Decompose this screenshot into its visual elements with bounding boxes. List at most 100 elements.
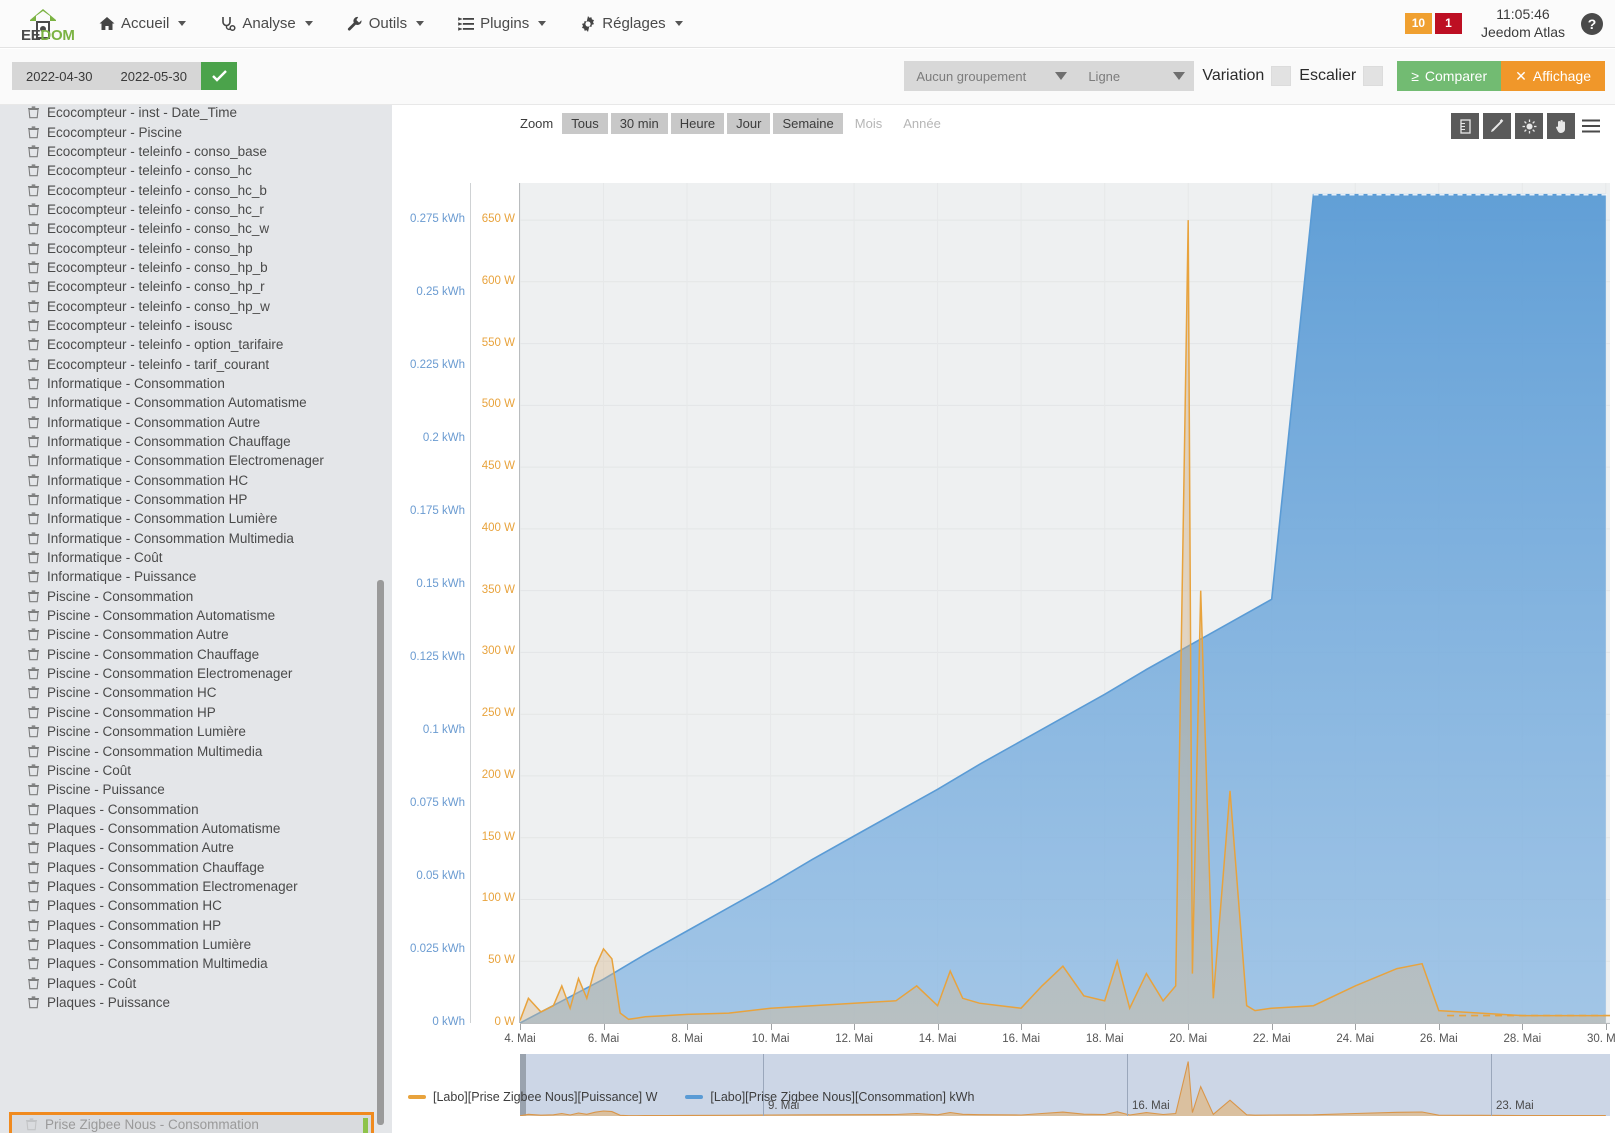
list-item[interactable]: Informatique - Consommation Chauffage bbox=[0, 432, 392, 451]
list-item[interactable]: Ecocompteur - teleinfo - conso_hc_w bbox=[0, 219, 392, 238]
list-item[interactable]: Informatique - Consommation HC bbox=[0, 471, 392, 490]
trash-icon[interactable] bbox=[27, 860, 40, 874]
list-item[interactable]: Informatique - Consommation Multimedia bbox=[0, 529, 392, 548]
trash-icon[interactable] bbox=[27, 241, 40, 255]
list-item[interactable]: Informatique - Puissance bbox=[0, 567, 392, 586]
trash-icon[interactable] bbox=[27, 977, 40, 990]
date-start-input[interactable]: 2022-04-30 bbox=[12, 62, 107, 90]
zoom-button-heure[interactable]: Heure bbox=[670, 113, 725, 134]
list-item[interactable]: Informatique - Consommation Automatisme bbox=[0, 393, 392, 412]
nav-item-outils[interactable]: Outils bbox=[330, 0, 441, 48]
list-item[interactable]: Piscine - Consommation Electromenager bbox=[0, 664, 392, 683]
trash-icon[interactable] bbox=[27, 416, 40, 429]
trash-icon[interactable] bbox=[27, 319, 40, 332]
affichage-button[interactable]: ✕ Affichage bbox=[1501, 61, 1605, 91]
legend-item-consommation[interactable]: [Labo][Prise Zigbee Nous][Consommation] … bbox=[685, 1090, 974, 1104]
list-item[interactable]: Plaques - Consommation HP bbox=[0, 915, 392, 934]
help-icon[interactable]: ? bbox=[1581, 12, 1603, 35]
trash-icon[interactable] bbox=[27, 532, 40, 545]
trash-icon[interactable] bbox=[27, 435, 40, 448]
trash-icon[interactable] bbox=[27, 938, 40, 951]
list-item[interactable]: Plaques - Consommation Autre bbox=[0, 838, 392, 857]
trash-icon[interactable] bbox=[27, 764, 40, 777]
zoom-button-jour[interactable]: Jour bbox=[727, 113, 771, 134]
hand-icon[interactable] bbox=[1547, 113, 1575, 139]
list-item[interactable]: Informatique - Consommation Lumière bbox=[0, 509, 392, 528]
date-end-input[interactable]: 2022-05-30 bbox=[106, 62, 201, 90]
trash-icon[interactable] bbox=[27, 145, 40, 158]
list-item[interactable]: Informatique - Consommation bbox=[0, 374, 392, 393]
command-list-sidebar[interactable]: Ecocompteur - inst - Date_Time Ecocompteu… bbox=[0, 105, 392, 1133]
trash-icon[interactable] bbox=[27, 183, 40, 197]
plot-area[interactable] bbox=[520, 183, 1610, 1023]
trash-icon[interactable] bbox=[27, 261, 40, 274]
nav-item-reglages[interactable]: Réglages bbox=[563, 0, 699, 48]
list-item[interactable]: Ecocompteur - teleinfo - conso_hc_r bbox=[0, 200, 392, 219]
chart-type-select[interactable]: Ligne bbox=[1076, 61, 1195, 91]
date-range-picker[interactable]: 2022-04-30 2022-05-30 bbox=[12, 62, 237, 90]
trash-icon[interactable] bbox=[27, 164, 40, 177]
warning-count-badge[interactable]: 10 bbox=[1404, 13, 1432, 34]
list-item[interactable]: Piscine - Consommation Autre bbox=[0, 625, 392, 644]
list-item[interactable]: Plaques - Consommation Lumière bbox=[0, 935, 392, 954]
trash-icon[interactable] bbox=[27, 590, 40, 603]
list-item[interactable]: Piscine - Consommation Lumière bbox=[0, 722, 392, 741]
chart-plot[interactable]: 0 kWh 0.025 kWh 0.05 kWh 0.075 kWh 0.1 kWh 0.… bbox=[400, 143, 1615, 1116]
trash-icon[interactable] bbox=[27, 706, 40, 719]
list-item[interactable]: Ecocompteur - teleinfo - conso_hp_b bbox=[0, 258, 392, 277]
comparer-button[interactable]: ≥ Comparer bbox=[1397, 61, 1502, 91]
nav-item-accueil[interactable]: Accueil bbox=[82, 0, 203, 48]
variation-checkbox[interactable] bbox=[1271, 66, 1292, 86]
escalier-checkbox[interactable] bbox=[1363, 66, 1384, 86]
trash-icon[interactable] bbox=[27, 880, 40, 893]
ruler-icon[interactable] bbox=[1451, 113, 1479, 139]
list-item[interactable]: Plaques - Consommation HC bbox=[0, 896, 392, 915]
trash-icon[interactable] bbox=[27, 609, 40, 622]
trash-icon[interactable] bbox=[27, 493, 40, 506]
trash-icon[interactable] bbox=[27, 744, 40, 758]
trash-icon[interactable] bbox=[27, 783, 40, 796]
list-item[interactable]: Plaques - Consommation Electromenager bbox=[0, 877, 392, 896]
list-item[interactable]: Piscine - Consommation bbox=[0, 587, 392, 606]
sun-icon[interactable] bbox=[1515, 113, 1543, 139]
grouping-select[interactable]: Aucun groupement bbox=[904, 61, 1077, 91]
list-item[interactable]: Plaques - Puissance bbox=[0, 993, 392, 1012]
list-item[interactable]: Plaques - Consommation bbox=[0, 799, 392, 818]
pencil-icon[interactable] bbox=[1483, 113, 1511, 139]
list-item[interactable]: Informatique - Consommation HP bbox=[0, 490, 392, 509]
jeedom-logo[interactable]: EEDOM bbox=[4, 0, 82, 48]
trash-icon[interactable] bbox=[27, 551, 40, 564]
zoom-button-30min[interactable]: 30 min bbox=[610, 113, 668, 134]
trash-icon[interactable] bbox=[27, 106, 40, 119]
list-item[interactable]: Plaques - Coût bbox=[0, 973, 392, 992]
trash-icon[interactable] bbox=[27, 822, 40, 835]
trash-icon[interactable] bbox=[27, 570, 40, 583]
hamburger-menu-icon[interactable] bbox=[1579, 113, 1603, 139]
trash-icon[interactable] bbox=[27, 280, 40, 293]
list-item[interactable]: Plaques - Consommation Multimedia bbox=[0, 954, 392, 973]
range-navigator[interactable]: 9. Mai 16. Mai 23. Mai bbox=[520, 1054, 1610, 1116]
list-item[interactable]: Informatique - Consommation Autre bbox=[0, 413, 392, 432]
trash-icon[interactable] bbox=[27, 358, 40, 371]
trash-icon[interactable] bbox=[27, 338, 40, 351]
list-item[interactable]: Ecocompteur - teleinfo - conso_hc_b bbox=[0, 180, 392, 199]
list-item[interactable]: Ecocompteur - teleinfo - conso_hp_r bbox=[0, 277, 392, 296]
trash-icon[interactable] bbox=[27, 474, 40, 487]
list-item[interactable]: Plaques - Consommation Automatisme bbox=[0, 819, 392, 838]
legend-item-puissance[interactable]: [Labo][Prise Zigbee Nous][Puissance] W bbox=[408, 1090, 657, 1104]
trash-icon[interactable] bbox=[27, 203, 40, 216]
trash-icon[interactable] bbox=[27, 396, 40, 409]
trash-icon[interactable] bbox=[27, 222, 40, 235]
list-item[interactable]: Ecocompteur - teleinfo - conso_hc bbox=[0, 161, 392, 180]
list-item[interactable]: Piscine - Consommation Automatisme bbox=[0, 606, 392, 625]
list-item[interactable]: Informatique - Coût bbox=[0, 548, 392, 567]
list-item[interactable]: Piscine - Consommation Chauffage bbox=[0, 645, 392, 664]
list-item[interactable]: Piscine - Consommation Multimedia bbox=[0, 741, 392, 760]
nav-item-analyse[interactable]: Analyse bbox=[203, 0, 329, 48]
list-item[interactable]: Ecocompteur - teleinfo - conso_base bbox=[0, 142, 392, 161]
trash-icon[interactable] bbox=[27, 841, 40, 854]
list-item[interactable]: Piscine - Consommation HC bbox=[0, 683, 392, 702]
trash-icon[interactable] bbox=[27, 957, 40, 970]
trash-icon[interactable] bbox=[27, 377, 40, 390]
trash-icon[interactable] bbox=[27, 686, 40, 699]
